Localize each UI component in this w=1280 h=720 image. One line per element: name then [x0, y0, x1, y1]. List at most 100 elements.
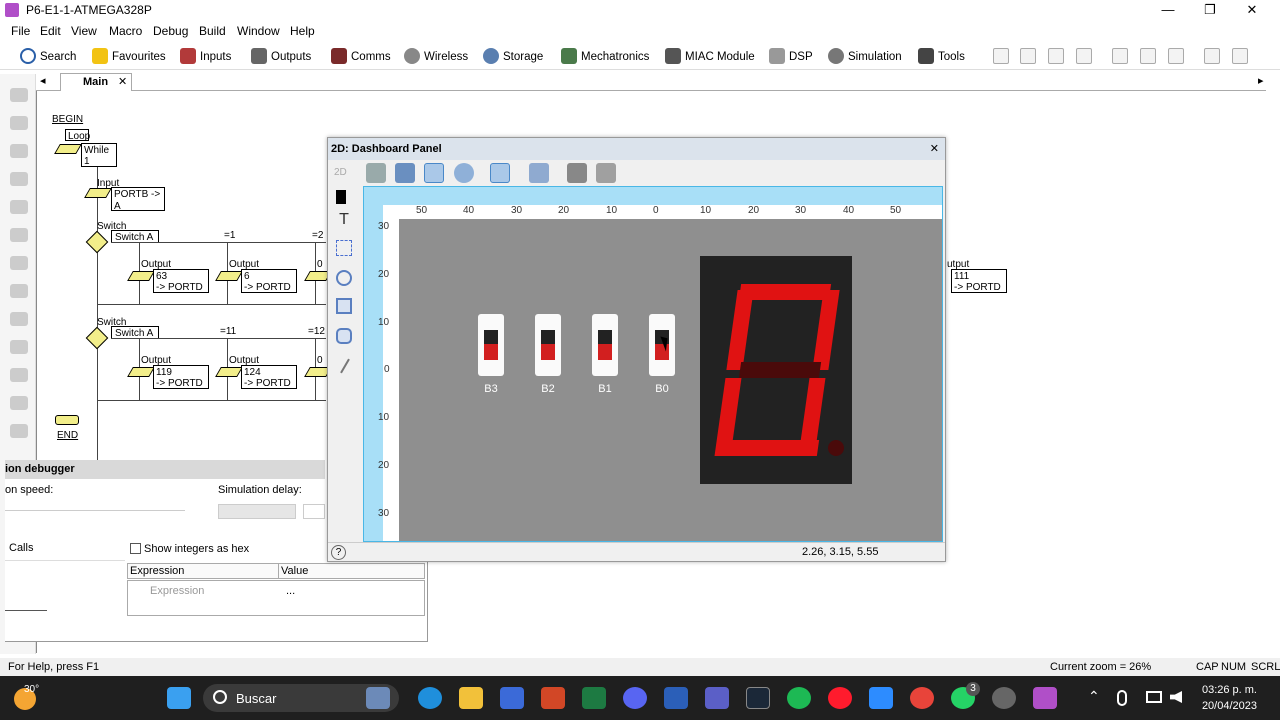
panel-view-icon[interactable]: [490, 163, 510, 183]
color-swatch[interactable]: [336, 190, 346, 204]
task-view-icon[interactable]: [366, 687, 390, 709]
output5-shape[interactable]: [215, 367, 243, 377]
help-icon[interactable]: ?: [331, 545, 346, 560]
switch-icon[interactable]: [10, 200, 28, 214]
rounded-rect-icon[interactable]: [336, 328, 352, 344]
toolbar-tools[interactable]: Tools: [918, 47, 965, 67]
comment-icon[interactable]: [10, 312, 28, 326]
open-icon[interactable]: [1020, 48, 1036, 64]
toolbar-comms[interactable]: Comms: [331, 47, 391, 67]
copy-icon[interactable]: [1140, 48, 1156, 64]
begin-terminal[interactable]: BEGIN: [52, 114, 83, 125]
watch-list[interactable]: Expression ...: [127, 580, 425, 616]
menu-edit[interactable]: Edit: [40, 24, 61, 38]
dashboard-close-button[interactable]: ✕: [930, 138, 939, 160]
toolbar-mechatronics[interactable]: Mechatronics: [561, 47, 649, 67]
start-icon[interactable]: [167, 687, 191, 709]
menu-help[interactable]: Help: [290, 24, 315, 38]
switch-b0[interactable]: [649, 314, 675, 376]
obs-icon[interactable]: [992, 687, 1016, 709]
switch-b3[interactable]: [478, 314, 504, 376]
switch1-shape[interactable]: [85, 230, 109, 254]
text-icon[interactable]: T: [336, 212, 352, 228]
switch-b2[interactable]: [535, 314, 561, 376]
menu-macro[interactable]: Macro: [109, 24, 142, 38]
toolbar-simulation[interactable]: Simulation: [828, 47, 902, 67]
circle-icon[interactable]: [336, 270, 352, 286]
line-icon[interactable]: [340, 358, 350, 374]
select-icon[interactable]: [424, 163, 444, 183]
rotate-icon[interactable]: [454, 163, 474, 183]
switch2-shape[interactable]: [85, 326, 109, 350]
switch-b1[interactable]: [592, 314, 618, 376]
hex-checkbox[interactable]: [130, 543, 141, 554]
save-icon[interactable]: [1076, 48, 1092, 64]
loop-icon[interactable]: [10, 340, 28, 354]
toolbar-storage[interactable]: Storage: [483, 47, 543, 67]
menu-file[interactable]: File: [11, 24, 30, 38]
paste-icon[interactable]: [1168, 48, 1184, 64]
opera-icon[interactable]: [828, 687, 852, 709]
toolbar-dsp[interactable]: DSP: [769, 47, 813, 67]
tab-scroll-right[interactable]: ▸: [1258, 74, 1264, 87]
input-icon[interactable]: [10, 116, 28, 130]
input-shape[interactable]: [84, 188, 112, 198]
delay-input[interactable]: [218, 504, 296, 519]
switch-knob[interactable]: [598, 344, 612, 360]
new-icon[interactable]: [993, 48, 1009, 64]
maximize-button[interactable]: ❐: [1188, 0, 1232, 20]
menu-build[interactable]: Build: [199, 24, 226, 38]
edge-icon[interactable]: [418, 687, 442, 709]
rectangle-icon[interactable]: [336, 298, 352, 314]
store-icon[interactable]: [500, 687, 524, 709]
tab-main[interactable]: Main ✕: [60, 73, 132, 91]
connection-icon[interactable]: [10, 228, 28, 242]
3d-icon[interactable]: [529, 163, 549, 183]
refresh-icon[interactable]: [1048, 48, 1064, 64]
cut-icon[interactable]: [1112, 48, 1128, 64]
toolbar-miac-module[interactable]: MIAC Module: [665, 47, 755, 67]
sim-icon[interactable]: [10, 368, 28, 382]
word-icon[interactable]: [664, 687, 688, 709]
menu-window[interactable]: Window: [237, 24, 280, 38]
seven-segment-display[interactable]: [700, 256, 852, 484]
delay-icon[interactable]: [10, 144, 28, 158]
minimize-button[interactable]: —: [1146, 0, 1190, 20]
marquee-icon[interactable]: [336, 240, 352, 256]
steam-icon[interactable]: [746, 687, 770, 709]
end-shape[interactable]: [55, 415, 79, 425]
undo-icon[interactable]: [1204, 48, 1220, 64]
volume-icon[interactable]: [1170, 691, 1182, 703]
speed-slider[interactable]: [5, 510, 185, 511]
panel-viewport[interactable]: B3 B2 B1 B0: [399, 219, 942, 541]
clock-date[interactable]: 20/04/2023: [1197, 700, 1257, 712]
tray-chevron-icon[interactable]: ⌃: [1088, 688, 1100, 705]
teams-icon[interactable]: [705, 687, 729, 709]
menu-debug[interactable]: Debug: [153, 24, 188, 38]
tab-close-icon[interactable]: ✕: [118, 74, 127, 91]
zoom-icon[interactable]: [869, 687, 893, 709]
pencil-icon[interactable]: [395, 163, 415, 183]
while-shape[interactable]: [54, 144, 82, 154]
call-icon[interactable]: [10, 256, 28, 270]
network-icon[interactable]: [1146, 691, 1162, 703]
2d-icon[interactable]: 2D: [334, 163, 354, 183]
pan-icon[interactable]: [366, 163, 386, 183]
spotify-icon[interactable]: [787, 687, 811, 709]
switch-knob[interactable]: [484, 344, 498, 360]
output4-shape[interactable]: [127, 367, 155, 377]
decision-icon[interactable]: [10, 172, 28, 186]
switch-knob[interactable]: [541, 344, 555, 360]
tab-scroll-left[interactable]: ◂: [40, 74, 46, 87]
watch-row-expression[interactable]: Expression: [150, 585, 204, 597]
toolbar-favourites[interactable]: Favourites: [92, 47, 166, 67]
interrupt-icon[interactable]: [10, 284, 28, 298]
output2-shape[interactable]: [215, 271, 243, 281]
redo-icon[interactable]: [1232, 48, 1248, 64]
toolbar-wireless[interactable]: Wireless: [404, 47, 468, 67]
chrome-icon[interactable]: [910, 687, 934, 709]
discord-icon[interactable]: [623, 687, 647, 709]
file-explorer-icon[interactable]: [459, 687, 483, 709]
output1-shape[interactable]: [127, 271, 155, 281]
microphone-icon[interactable]: [1117, 690, 1127, 706]
